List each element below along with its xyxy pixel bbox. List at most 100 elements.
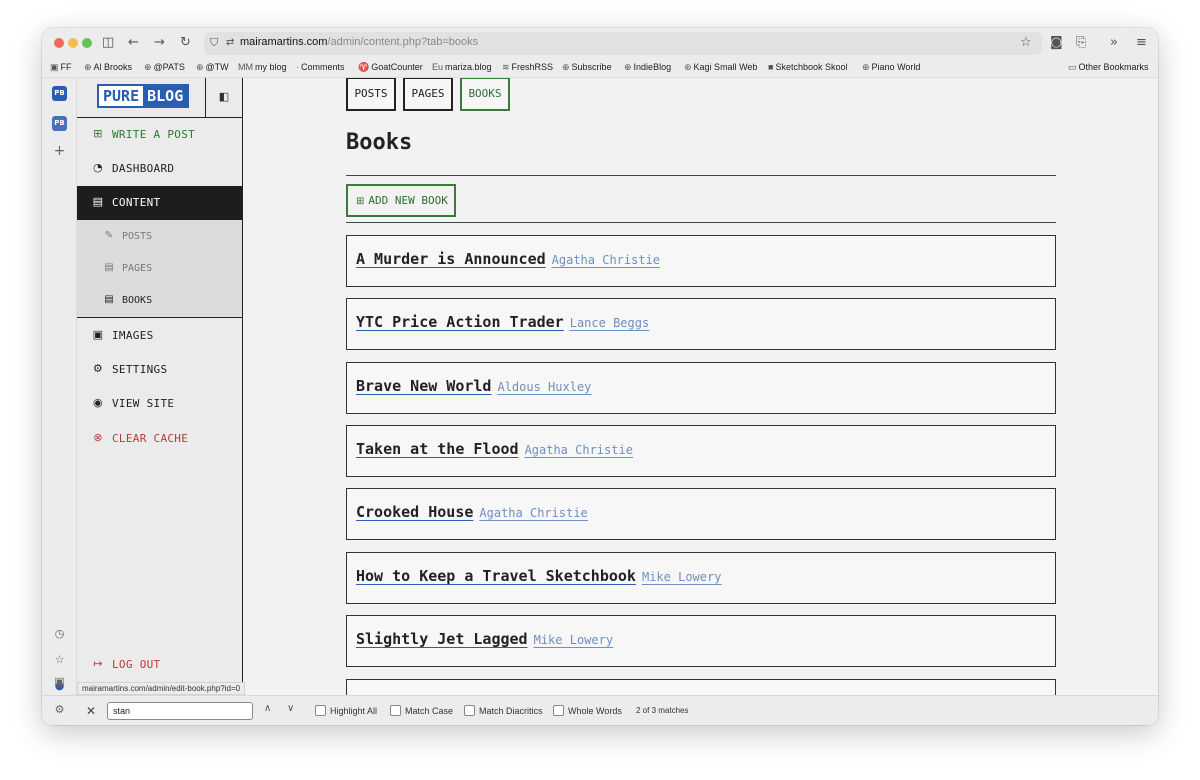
minimize-window-button[interactable] — [68, 38, 78, 48]
bookmark-item[interactable]: ⊕ Subscribe — [562, 62, 612, 73]
bookmarks-star-icon[interactable]: ☆ — [52, 652, 67, 667]
close-find-icon[interactable]: ✕ — [86, 704, 96, 718]
bookmark-item[interactable]: ⊕ @TW — [196, 62, 229, 73]
book-author-link[interactable]: Mike Lowery — [534, 633, 613, 647]
nav-clear-cache[interactable]: ⊗ CLEAR CACHE — [77, 422, 242, 456]
book-author-link[interactable]: Agatha Christie — [552, 253, 660, 267]
bookmark-item[interactable]: ≋ FreshRSS — [502, 62, 553, 73]
subnav-books[interactable]: ▤ BOOKS — [77, 285, 242, 317]
checkbox-box[interactable] — [553, 705, 564, 716]
find-next-icon[interactable]: ∨ — [287, 703, 294, 714]
tab-pages[interactable]: PAGES — [403, 78, 453, 111]
reload-icon[interactable]: ↻ — [180, 34, 191, 52]
book-title-link[interactable]: Slightly Jet Lagged Mike Lowery — [356, 630, 613, 648]
find-input[interactable] — [107, 702, 253, 720]
nav-content[interactable]: ▤ CONTENT — [77, 186, 242, 220]
book-card[interactable]: YTC Price Action Trader Lance Beggs — [346, 298, 1056, 350]
book-card[interactable]: Slightly Jet Lagged Mike Lowery — [346, 615, 1056, 667]
new-file-icon: ⊞ — [93, 127, 103, 140]
back-arrow-icon[interactable]: ← — [128, 34, 139, 52]
bookmark-item[interactable]: ▣ FF — [50, 62, 72, 73]
globe-icon: ⊕ — [144, 62, 152, 72]
book-card[interactable]: How to Keep a Travel Sketchbook Mike Lowe… — [346, 552, 1056, 604]
folder-icon: ▭ — [1068, 62, 1077, 72]
bookmark-item[interactable]: ■ Sketchbook Skool — [768, 62, 847, 72]
bookmark-item[interactable]: ⊕ IndieBlog — [624, 62, 671, 73]
logout-icon: ↦ — [93, 657, 103, 670]
address-bar[interactable]: ⛉ ⇄ mairamartins.com/admin/content.php?t… — [204, 32, 1042, 55]
bookmark-item[interactable]: ♈ GoatCounter — [358, 62, 423, 73]
bookmark-item[interactable]: MM my blog — [238, 62, 287, 72]
screenshot-tool-icon[interactable]: ▣ — [52, 674, 67, 689]
book-author-link[interactable]: Agatha Christie — [525, 443, 633, 457]
subnav-pages[interactable]: ▤ PAGES — [77, 253, 242, 285]
book-author-link[interactable]: Lance Beggs — [570, 316, 649, 330]
book-card-partial[interactable] — [346, 679, 1056, 695]
document-icon: ▤ — [92, 195, 104, 208]
book-title-link[interactable]: How to Keep a Travel Sketchbook Mike Lowe… — [356, 567, 721, 585]
nav-view-site[interactable]: ◉ VIEW SITE — [77, 387, 242, 421]
nav-settings[interactable]: ⚙ SETTINGS — [77, 353, 242, 387]
book-author-link[interactable]: Aldous Huxley — [497, 380, 591, 394]
highlight-all-checkbox[interactable]: Highlight All — [315, 705, 377, 716]
forward-arrow-icon[interactable]: → — [154, 34, 165, 52]
rss-icon: ≋ — [502, 62, 510, 72]
x-circle-icon: ⊗ — [93, 431, 103, 444]
book-author-link[interactable]: Agatha Christie — [479, 506, 587, 520]
bookmark-item[interactable]: ⊛ Kagi Small Web — [684, 62, 757, 73]
logo-divider — [205, 78, 206, 118]
book-title-link[interactable]: Taken at the Flood Agatha Christie — [356, 440, 633, 458]
other-bookmarks[interactable]: ▭ Other Bookmarks — [1068, 62, 1149, 73]
book-author-link[interactable]: Mike Lowery — [642, 570, 721, 584]
book-title-link[interactable]: YTC Price Action Trader Lance Beggs — [356, 313, 649, 331]
add-new-book-button[interactable]: ⊞ ADD NEW BOOK — [346, 184, 456, 217]
checkbox-box[interactable] — [390, 705, 401, 716]
book-title-link[interactable]: Crooked House Agatha Christie — [356, 503, 588, 521]
book-title-link[interactable]: A Murder is Announced Agatha Christie — [356, 250, 660, 268]
nav-dashboard[interactable]: ◔ DASHBOARD — [77, 152, 242, 186]
match-diacritics-checkbox[interactable]: Match Diacritics — [464, 705, 543, 716]
bookmark-star-icon[interactable]: ☆ — [1020, 34, 1032, 52]
overflow-chevrons-icon[interactable]: » — [1110, 34, 1118, 52]
bookmark-item[interactable]: ⊕ @PATS — [144, 62, 185, 73]
pinned-tab-pureblog-icon[interactable]: PB — [52, 86, 67, 101]
screenshot-icon[interactable]: ◙ — [1050, 34, 1063, 52]
ff-icon: ▣ — [50, 62, 59, 72]
settings-gear-icon[interactable]: ⚙ — [52, 702, 67, 717]
link-status-bar: mairamartins.com/admin/edit-book.php?id=… — [77, 682, 246, 695]
zoom-window-button[interactable] — [82, 38, 92, 48]
subnav-posts[interactable]: ✎ POSTS — [77, 221, 242, 253]
book-card[interactable]: Taken at the Flood Agatha Christie — [346, 425, 1056, 477]
bookmark-item[interactable]: ⊕ Piano World — [862, 62, 920, 73]
match-case-checkbox[interactable]: Match Case — [390, 705, 453, 716]
history-clock-icon[interactable]: ◷ — [52, 626, 67, 641]
page-icon: ▤ — [104, 262, 114, 273]
pureblog-logo[interactable]: PURE BLOG — [97, 84, 190, 108]
shield-icon[interactable]: ⛉ — [210, 34, 218, 52]
new-tab-plus-icon[interactable]: + — [52, 144, 67, 159]
book-card[interactable]: A Murder is Announced Agatha Christie — [346, 235, 1056, 287]
tab-books[interactable]: BOOKS — [460, 78, 510, 111]
pinned-tab-pureblog-icon[interactable]: PB — [52, 116, 67, 131]
bookmark-item[interactable]: Eu mariza.blog — [432, 62, 492, 72]
close-window-button[interactable] — [54, 38, 64, 48]
nav-write-a-post[interactable]: ⊞ WRITE A POST — [77, 118, 242, 152]
whole-words-checkbox[interactable]: Whole Words — [553, 705, 622, 716]
extensions-icon[interactable]: ⎘ — [1076, 34, 1086, 52]
book-card[interactable]: Crooked House Agatha Christie — [346, 488, 1056, 540]
checkbox-box[interactable] — [464, 705, 475, 716]
site-settings-icon[interactable]: ⇄ — [226, 34, 234, 52]
nav-images[interactable]: ▣ IMAGES — [77, 319, 242, 353]
sidebar-toggle-icon[interactable]: ◫ — [102, 34, 114, 52]
tab-posts[interactable]: POSTS — [346, 78, 396, 111]
checkbox-box[interactable] — [315, 705, 326, 716]
book-title-link[interactable]: Brave New World Aldous Huxley — [356, 377, 591, 395]
nav-log-out[interactable]: ↦ LOG OUT — [77, 648, 242, 682]
find-previous-icon[interactable]: ∧ — [264, 703, 271, 714]
book-card[interactable]: Brave New World Aldous Huxley — [346, 362, 1056, 414]
browser-side-strip: PB PB + ◷ ☆ ● — [42, 78, 77, 695]
collapse-sidebar-icon[interactable]: ◧ — [217, 90, 231, 104]
bookmark-item[interactable]: · Comments — [296, 62, 345, 72]
menu-icon[interactable]: ≡ — [1136, 34, 1147, 52]
bookmark-item[interactable]: ⊕ Al Brooks — [84, 62, 132, 73]
